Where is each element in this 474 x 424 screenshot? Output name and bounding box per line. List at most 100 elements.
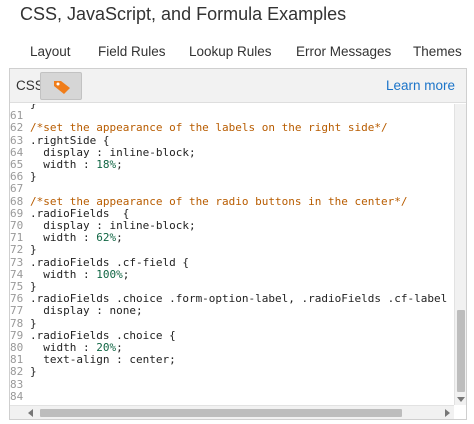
line-number: 61 (10, 109, 24, 123)
code-line: 64 display : inline-block; (10, 145, 454, 159)
line-number: 65 (10, 158, 24, 171)
line-number: 62 (10, 121, 24, 135)
code-text: } (30, 316, 37, 330)
code-line: } (10, 104, 454, 110)
line-number: 77 (10, 304, 24, 318)
code-text: text-align : center; (30, 353, 176, 367)
code-line: 73 .radioFields .cf-field { (10, 255, 454, 269)
code-line: 84 (10, 389, 454, 403)
line-number: 74 (10, 267, 24, 281)
code-text: .radioFields { (30, 206, 130, 220)
line-number: 68 (10, 194, 24, 208)
line-number: 78 (10, 316, 24, 330)
line-number: 69 (10, 206, 24, 220)
code-text: width : 18%; (30, 159, 123, 171)
scroll-down-arrow-icon[interactable] (457, 397, 465, 402)
code-text-prefix: width : (30, 231, 97, 245)
line-number: 83 (10, 377, 24, 391)
code-line: 71 width : 62%; (10, 232, 454, 244)
code-text: display : none; (30, 304, 143, 318)
code-line: 80 width : 20%; (10, 342, 454, 354)
code-editor[interactable]: } 6162 /*set the appearance of the labels … (10, 104, 454, 405)
line-number: 76 (10, 292, 24, 306)
code-text: } (30, 243, 37, 257)
css-panel: CSS Learn more } 6162 /*set the appearance… (9, 68, 467, 420)
line-number: 64 (10, 145, 24, 159)
css-toolbar: CSS Learn more (10, 69, 466, 103)
line-number: 75 (10, 280, 24, 293)
page-title: CSS, JavaScript, and Formula Examples (20, 4, 347, 24)
line-number: 71 (10, 231, 24, 245)
tab-themes[interactable]: Themes (413, 44, 462, 59)
code-number-value: 18% (96, 158, 117, 171)
code-text: display : inline-block; (30, 145, 196, 159)
code-line: 63 .rightSide { (10, 133, 454, 147)
tab-layout[interactable]: Layout (30, 44, 71, 59)
line-number: 66 (10, 170, 24, 184)
code-line: 67 (10, 183, 454, 195)
tag-button[interactable] (40, 72, 82, 100)
code-text: .radioFields .cf-field { (30, 255, 189, 269)
code-text-prefix: width : (30, 341, 97, 354)
code-line: 83 (10, 377, 454, 391)
code-text: } (30, 365, 37, 379)
code-line: 81 text-align : center; (10, 354, 454, 366)
line-number: 63 (10, 133, 24, 147)
code-line: 79 .radioFields .choice { (10, 328, 454, 342)
code-line: 78} (10, 316, 454, 330)
code-line: 68 /*set the appearance of the radio butt… (10, 194, 454, 208)
line-number: 79 (10, 328, 24, 342)
line-number: 82 (10, 365, 24, 379)
code-text-suffix: ; (116, 158, 123, 171)
code-text-suffix: ; (116, 341, 123, 354)
code-text: .rightSide { (30, 133, 110, 147)
code-number-value: 20% (96, 341, 117, 354)
code-text-suffix: ; (116, 231, 123, 245)
vertical-scroll-thumb[interactable] (457, 310, 465, 392)
code-line: 69 .radioFields { (10, 206, 454, 220)
tab-lookup-rules[interactable]: Lookup Rules (189, 44, 272, 59)
learn-more-link[interactable]: Learn more (386, 78, 455, 93)
scroll-right-arrow-icon[interactable] (445, 409, 450, 417)
code-text: display : inline-block; (30, 219, 196, 232)
code-text: } (30, 104, 37, 110)
code-line: 62 /*set the appearance of the labels on … (10, 122, 454, 134)
horizontal-scroll-thumb[interactable] (40, 409, 402, 417)
code-text: width : 100%; (30, 267, 130, 281)
code-text: /*set the appearance of the radio button… (30, 194, 408, 208)
vertical-scrollbar[interactable] (454, 104, 466, 405)
tab-bar: Layout Field Rules Lookup Rules Error Me… (0, 40, 474, 66)
code-line: 66} (10, 171, 454, 183)
code-text-prefix: width : (30, 267, 97, 281)
line-number: 81 (10, 353, 24, 367)
code-text: .radioFields .choice { (30, 328, 176, 342)
code-line: 72} (10, 244, 454, 256)
line-number: 70 (10, 219, 24, 232)
code-text-prefix: width : (30, 158, 97, 171)
line-number: 67 (10, 182, 24, 196)
code-line: 74 width : 100%; (10, 267, 454, 281)
line-number: 84 (10, 389, 24, 403)
tab-error-messages[interactable]: Error Messages (296, 44, 391, 59)
code-text-suffix: ; (122, 267, 130, 281)
horizontal-scrollbar[interactable] (10, 405, 454, 419)
code-text: width : 20%; (30, 342, 123, 354)
line-number: 80 (10, 341, 24, 354)
code-line: 61 (10, 110, 454, 122)
scroll-left-arrow-icon[interactable] (28, 409, 33, 417)
code-number-value: 100% (96, 267, 123, 281)
code-line: 76 .radioFields .choice .form-option-labe… (10, 293, 454, 305)
code-line: 75} (10, 281, 454, 293)
code-text: /*set the appearance of the labels on th… (30, 121, 388, 135)
tag-icon (54, 81, 70, 94)
line-number: 73 (10, 255, 24, 269)
code-line: 65 width : 18%; (10, 159, 454, 171)
line-number: 72 (10, 243, 24, 257)
tab-field-rules[interactable]: Field Rules (98, 44, 166, 59)
code-text: width : 62%; (30, 232, 123, 244)
code-line: 77 display : none; (10, 305, 454, 317)
code-line: 82} (10, 366, 454, 378)
code-text: .radioFields .choice .form-option-label,… (30, 292, 448, 306)
code-text: } (30, 280, 37, 293)
code-line: 70 display : inline-block; (10, 220, 454, 232)
